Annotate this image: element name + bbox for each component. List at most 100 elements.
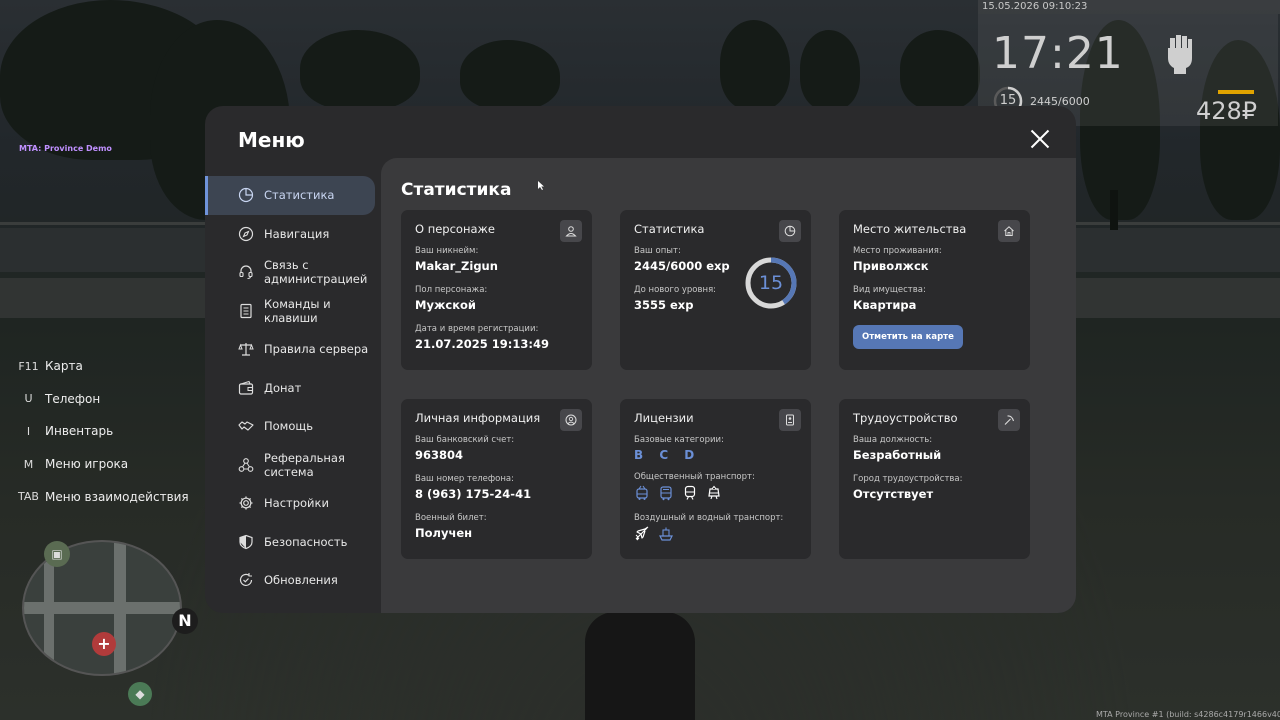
tree (900, 30, 980, 110)
keybind-key: U (24, 392, 33, 406)
nav-label: Статистика (264, 188, 335, 203)
nav-item-updates[interactable]: Обновления (205, 561, 381, 600)
hud-money-bar (1218, 90, 1254, 94)
nav-label: Помощь (264, 419, 314, 434)
scales-icon (238, 343, 254, 356)
menu-window: Меню Статистика Навигация Связь с админи… (205, 106, 1076, 613)
nav-item-statistics[interactable]: Статистика (205, 176, 375, 215)
pickaxe-icon (998, 409, 1020, 431)
bus-stop-icon: ▣ (44, 541, 70, 567)
nav-item-security[interactable]: Безопасность (205, 523, 381, 562)
nav-label: Безопасность (264, 534, 348, 549)
card-employment: Трудоустройство Ваша должность: Безработ… (839, 399, 1030, 559)
card-personal-info: Личная информация Ваш банковский счет: 9… (401, 399, 592, 559)
phone-label: Ваш номер телефона: (415, 474, 514, 484)
bank-label: Ваш банковский счет: (415, 435, 515, 445)
tree (300, 30, 420, 110)
card-title: Статистика (634, 222, 705, 236)
exp-label: Ваш опыт: (634, 246, 681, 256)
nav-label: Команды и клавиши (264, 296, 331, 325)
user-circle-icon (560, 409, 582, 431)
place-label: Место проживания: (853, 246, 942, 256)
keybind-row: U Телефон (12, 383, 189, 416)
car-icon: ◆ (128, 682, 152, 706)
nav-item-help[interactable]: Помощь (205, 407, 381, 446)
phone-value: 8 (963) 175-24-41 (415, 487, 532, 501)
hud-clock: 17:21 (992, 28, 1124, 79)
nav-item-contact-admin[interactable]: Связь с администрацией (205, 253, 381, 292)
card-title: Место жительства (853, 222, 967, 236)
bus-icon (660, 486, 672, 501)
position-label: Ваша должность: (853, 435, 933, 445)
nickname-value: Makar_Zigun (415, 259, 498, 273)
nav-item-donate[interactable]: Донат (205, 369, 381, 408)
shield-icon (239, 534, 253, 549)
train-icon (684, 485, 696, 500)
refresh-icon (239, 573, 253, 587)
keybind-label: Телефон (45, 391, 101, 406)
nav-label: Реферальная система (264, 450, 345, 479)
card-licenses: Лицензии Базовые категории: B C D Общест… (620, 399, 811, 559)
minimap-road (114, 542, 126, 674)
position-value: Безработный (853, 448, 942, 462)
public-transport-label: Общественный транспорт: (634, 472, 755, 482)
nav-item-settings[interactable]: Настройки (205, 484, 381, 523)
nav-item-rules[interactable]: Правила сервера (205, 330, 381, 369)
air-water-label: Воздушный и водный транспорт: (634, 513, 784, 523)
keybind-label: Карта (45, 359, 83, 374)
pie-chart-icon (238, 188, 254, 203)
nav-item-navigation[interactable]: Навигация (205, 215, 381, 254)
base-categories-label: Базовые категории: (634, 435, 724, 445)
keybind-label: Меню игрока (45, 457, 129, 472)
registration-label: Дата и время регистрации: (415, 324, 539, 334)
nav-label: Обновления (264, 573, 338, 588)
gear-icon (239, 496, 253, 510)
place-value: Приволжск (853, 259, 929, 273)
player-character (585, 612, 695, 720)
keybind-label: Меню взаимодействия (45, 489, 189, 504)
trolleybus-icon (636, 485, 648, 500)
gender-value: Мужской (415, 298, 476, 312)
employment-city-label: Город трудоустройства: (853, 474, 963, 484)
registration-value: 21.07.2025 19:13:49 (415, 337, 549, 351)
airplane-icon (635, 526, 649, 541)
nav-label: Связь с администрацией (264, 258, 368, 287)
keybind-key: TAB (18, 490, 39, 504)
nav-item-referral[interactable]: Реферальная система (205, 446, 381, 485)
keybind-row: F11 Карта (12, 350, 189, 383)
fist-icon (1168, 35, 1192, 74)
referral-icon (238, 457, 254, 472)
license-icon (779, 409, 801, 431)
compass-icon (238, 226, 254, 241)
hospital-icon: + (92, 632, 116, 656)
content-panel: Статистика О персонаже Ваш никнейм: Maka… (381, 158, 1076, 613)
content-title: Статистика (401, 180, 512, 200)
wallet-icon (238, 380, 254, 395)
keybind-label: Инвентарь (45, 424, 114, 439)
nav-item-commands[interactable]: Команды и клавиши (205, 292, 381, 331)
keybind-row: M Меню игрока (12, 448, 189, 481)
server-tag: MTA: Province Demo (19, 144, 112, 153)
keybind-key: F11 (18, 359, 39, 373)
keybind-key: I (26, 424, 31, 438)
close-button[interactable] (1030, 129, 1050, 149)
hud-money: 428₽ (1196, 97, 1258, 125)
public-transport-icons (634, 485, 797, 501)
user-icon (560, 220, 582, 242)
north-indicator: N (172, 608, 198, 634)
level-progress-ring: 15 (744, 256, 798, 310)
menu-title: Меню (238, 128, 305, 152)
property-label: Вид имущества: (853, 285, 926, 295)
nav-label: Навигация (264, 226, 330, 241)
tram-icon (708, 485, 720, 500)
employment-city-value: Отсутствует (853, 487, 934, 501)
card-character: О персонаже Ваш никнейм: Makar_Zigun Пол… (401, 210, 592, 370)
build-tag: MTA Province #1 (build: s4286c4179r1466v… (1096, 710, 1280, 719)
nav-label: Правила сервера (264, 342, 369, 357)
bank-value: 963804 (415, 448, 464, 462)
document-icon (240, 303, 252, 318)
mark-on-map-button[interactable]: Отметить на карте (853, 325, 963, 349)
nav-label: Настройки (264, 496, 329, 511)
keybind-row: TAB Меню взаимодействия (12, 480, 189, 513)
tree-trunk (1110, 190, 1118, 230)
